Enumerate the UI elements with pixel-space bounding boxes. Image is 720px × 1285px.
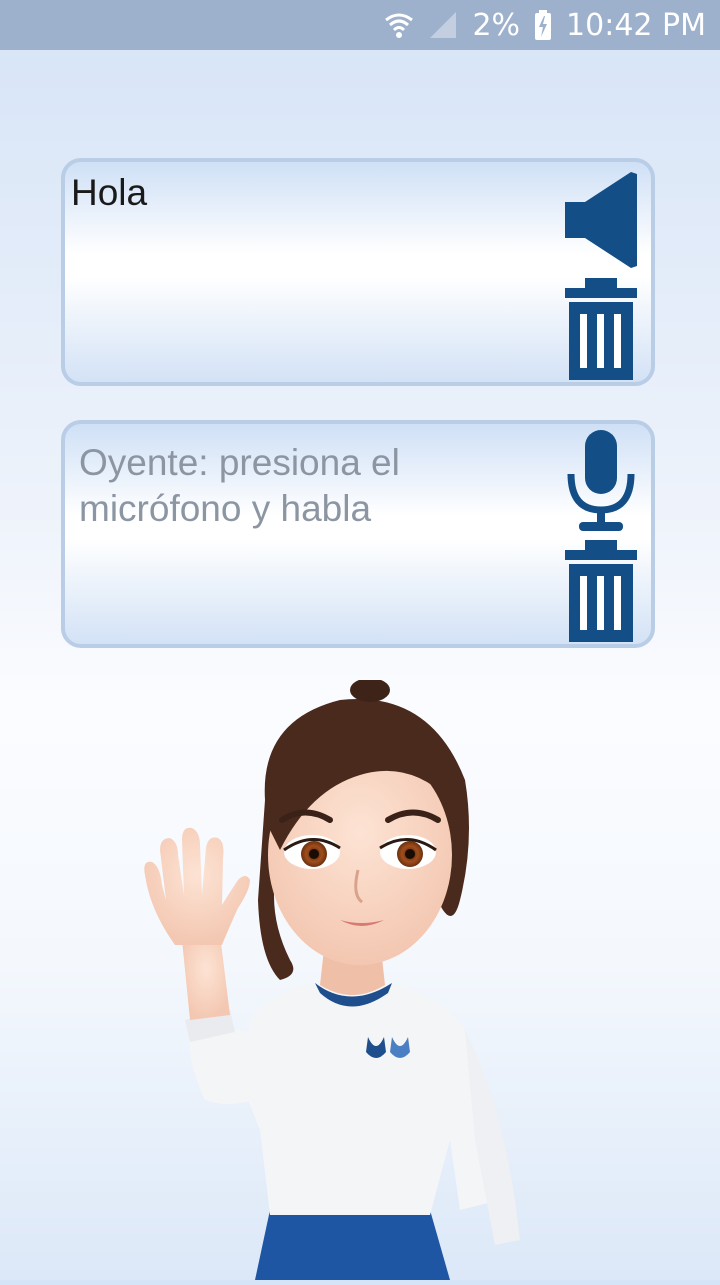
status-bar: 2% 10:42 PM — [0, 0, 720, 50]
trash-icon[interactable] — [563, 278, 639, 387]
microphone-icon[interactable] — [565, 430, 637, 539]
speaker-icon[interactable] — [563, 168, 639, 277]
sign-language-avatar — [130, 678, 550, 1280]
status-time: 10:42 PM — [566, 7, 706, 43]
battery-percent: 2% — [472, 7, 521, 43]
speech-input-panel[interactable]: Oyente: presiona el micrófono y habla — [61, 420, 655, 648]
output-text: Hola — [71, 172, 148, 213]
speech-input-placeholder: Oyente: presiona el micrófono y habla — [79, 442, 400, 529]
trash-icon[interactable] — [563, 540, 639, 649]
battery-charging-icon — [534, 10, 552, 40]
signal-icon — [428, 10, 458, 40]
output-text-panel: Hola — [61, 158, 655, 386]
wifi-icon — [384, 10, 414, 40]
